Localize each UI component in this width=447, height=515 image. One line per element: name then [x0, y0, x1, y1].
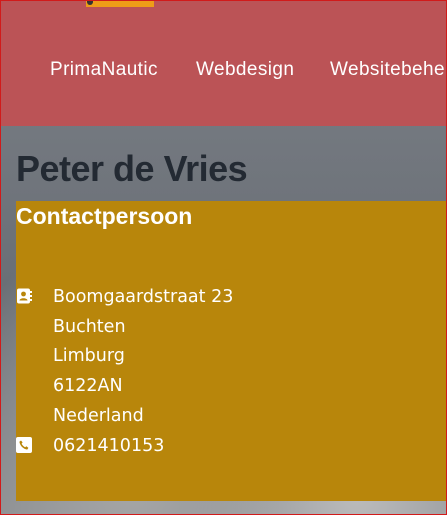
nav-item-primanautic[interactable]: PrimaNautic	[50, 59, 158, 81]
address-country: Nederland	[53, 406, 144, 426]
address-postal-code: 6122AN	[53, 376, 123, 396]
address-province: Limburg	[53, 346, 125, 366]
navbar: PrimaNautic Webdesign Websitebehe	[0, 0, 447, 126]
nav-item-webdesign[interactable]: Webdesign	[196, 59, 294, 81]
nav-item-websitebeheer[interactable]: Websitebehe	[330, 59, 445, 81]
contact-role: Contactpersoon	[16, 203, 193, 229]
phone-number[interactable]: 0621410153	[53, 436, 164, 456]
logo[interactable]	[86, 0, 154, 7]
contact-card: Contactpersoon Boomgaardstraat 23 Buchte…	[16, 201, 447, 501]
page-title: Peter de Vries	[16, 148, 248, 189]
address-book-icon	[17, 288, 32, 304]
address-street: Boomgaardstraat 23	[53, 287, 234, 307]
address-city: Buchten	[53, 317, 126, 337]
phone-icon	[16, 437, 32, 453]
